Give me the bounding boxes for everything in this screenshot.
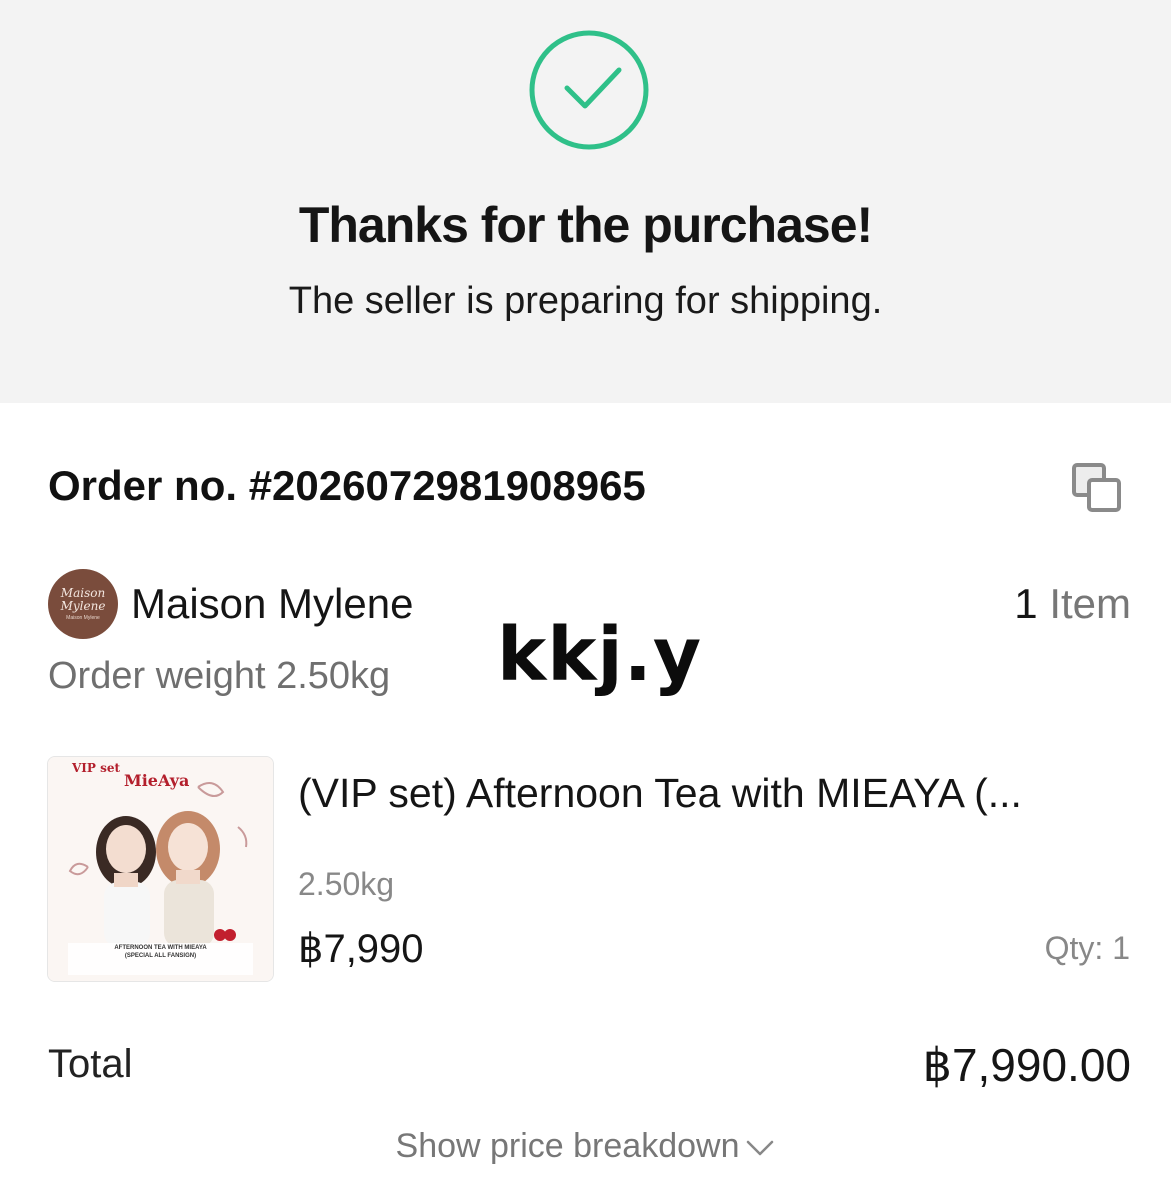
product-image-brand: MieAya bbox=[124, 771, 190, 790]
store-avatar-logo-text: Maison Mylene bbox=[60, 586, 106, 613]
order-number: Order no. #2026072981908965 bbox=[48, 462, 646, 509]
show-price-breakdown-button[interactable]: Show price breakdown bbox=[0, 1127, 1171, 1166]
order-weight: Order weight 2.50kg bbox=[48, 655, 391, 697]
item-count-label: Item bbox=[1049, 580, 1131, 627]
product-title[interactable]: (VIP set) Afternoon Tea with MIEAYA (... bbox=[298, 770, 1128, 817]
check-circle-icon bbox=[529, 30, 649, 150]
chevron-down-icon bbox=[747, 1140, 774, 1156]
product-image-caption-top: VIP set bbox=[72, 761, 121, 775]
page-title: Thanks for the purchase! bbox=[298, 197, 873, 253]
product-image-caption-sub: (SPECIAL ALL FANSIGN) bbox=[124, 953, 197, 959]
product-image[interactable]: VIP set MieAya AFTERNOON TEA WITH MIEAYA… bbox=[47, 756, 274, 982]
store-avatar[interactable]: Maison Mylene Maison Mylene bbox=[48, 569, 118, 639]
overlay-watermark-text: kkj.y bbox=[497, 612, 703, 698]
show-price-breakdown-label: Show price breakdown bbox=[395, 1127, 740, 1165]
product-price: ฿7,990 bbox=[298, 927, 424, 971]
product-weight: 2.50kg bbox=[298, 866, 395, 902]
store-avatar-subtext: Maison Mylene bbox=[66, 615, 100, 621]
product-image-caption-bottom: AFTERNOON TEA WITH MIEAYA bbox=[114, 945, 207, 951]
copy-icon[interactable] bbox=[1071, 462, 1123, 514]
success-header: Thanks for the purchase! The seller is p… bbox=[0, 0, 1171, 403]
store-name[interactable]: Maison Mylene bbox=[131, 580, 413, 628]
total-value: ฿7,990.00 bbox=[922, 1039, 1131, 1091]
item-count-number: 1 bbox=[1014, 580, 1038, 627]
item-count: 1 Item bbox=[1014, 580, 1131, 628]
product-quantity: Qty: 1 bbox=[1044, 930, 1130, 966]
page-subtitle: The seller is preparing for shipping. bbox=[288, 280, 883, 322]
total-label: Total bbox=[48, 1042, 133, 1086]
